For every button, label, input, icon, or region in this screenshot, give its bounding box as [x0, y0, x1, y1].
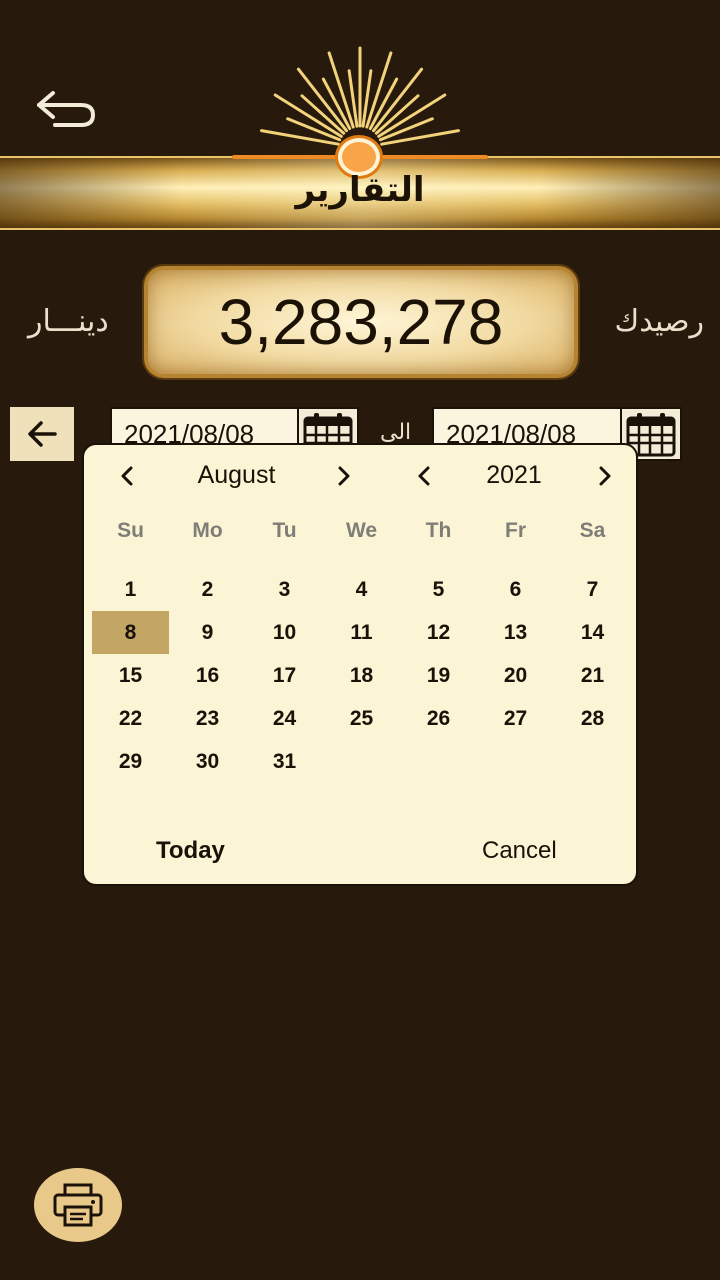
day-cell[interactable]: 21: [554, 654, 631, 697]
day-cell[interactable]: 3: [246, 568, 323, 611]
balance-display: 3,283,278: [144, 266, 578, 378]
today-button[interactable]: Today: [156, 837, 225, 865]
weekday-header: Fr: [505, 519, 526, 542]
day-cell[interactable]: 25: [323, 697, 400, 740]
datepicker-popup: August 2021 Su Mo Tu We Th Fr Sa 1 2 3 4 5 6 7 8 9 10 11…: [82, 443, 638, 886]
day-cell[interactable]: 13: [477, 611, 554, 654]
day-cell[interactable]: 23: [169, 697, 246, 740]
balance-value: 3,283,278: [218, 286, 504, 358]
day-cell[interactable]: 10: [246, 611, 323, 654]
month-label: August: [197, 461, 276, 489]
weekday-header: Mo: [192, 519, 223, 542]
day-cell[interactable]: 29: [92, 740, 169, 783]
next-year-button[interactable]: [590, 461, 620, 491]
day-cell[interactable]: 14: [554, 611, 631, 654]
day-cell[interactable]: 20: [477, 654, 554, 697]
weekday-header: Th: [425, 519, 452, 542]
day-cell[interactable]: 7: [554, 568, 631, 611]
chevron-left-icon: [121, 466, 133, 486]
chevron-right-icon: [599, 466, 611, 486]
weekday-header: Su: [117, 519, 144, 542]
year-label: 2021: [486, 461, 542, 489]
prev-month-button[interactable]: [112, 461, 142, 491]
day-cell[interactable]: 5: [400, 568, 477, 611]
weekday-header: Tu: [272, 519, 297, 542]
chevron-left-icon: [418, 466, 430, 486]
day-cell[interactable]: 17: [246, 654, 323, 697]
day-cell[interactable]: 9: [169, 611, 246, 654]
day-cell[interactable]: 26: [400, 697, 477, 740]
print-button[interactable]: [34, 1168, 122, 1242]
day-cell[interactable]: 12: [400, 611, 477, 654]
day-cell[interactable]: 1: [92, 568, 169, 611]
arrow-left-icon: [28, 421, 57, 447]
balance-label: رصيدك: [614, 304, 705, 339]
next-month-button[interactable]: [329, 461, 359, 491]
day-cell[interactable]: 31: [246, 740, 323, 783]
day-cell[interactable]: 6: [477, 568, 554, 611]
day-cell[interactable]: 18: [323, 654, 400, 697]
printer-icon: [53, 1183, 103, 1227]
day-cell[interactable]: 11: [323, 611, 400, 654]
back-button[interactable]: [30, 82, 102, 136]
day-cell[interactable]: 24: [246, 697, 323, 740]
day-cell[interactable]: 4: [323, 568, 400, 611]
to-label: الى: [380, 420, 412, 445]
day-cell[interactable]: 30: [169, 740, 246, 783]
day-cell[interactable]: 28: [554, 697, 631, 740]
weekday-header: Sa: [579, 519, 606, 542]
day-cell[interactable]: 27: [477, 697, 554, 740]
day-cell[interactable]: 2: [169, 568, 246, 611]
day-cell[interactable]: 16: [169, 654, 246, 697]
currency-label: دينـــار: [28, 304, 109, 339]
back-arrow-icon: [37, 91, 96, 127]
search-arrow-button[interactable]: [10, 407, 74, 461]
day-cell-selected[interactable]: 8: [92, 611, 169, 654]
weekday-header: We: [345, 519, 378, 542]
day-cell[interactable]: 22: [92, 697, 169, 740]
cancel-button[interactable]: Cancel: [482, 837, 557, 865]
prev-year-button[interactable]: [409, 461, 439, 491]
day-cell[interactable]: 19: [400, 654, 477, 697]
day-cell[interactable]: 15: [92, 654, 169, 697]
chevron-right-icon: [338, 466, 350, 486]
page-title: التقارير: [295, 170, 425, 210]
